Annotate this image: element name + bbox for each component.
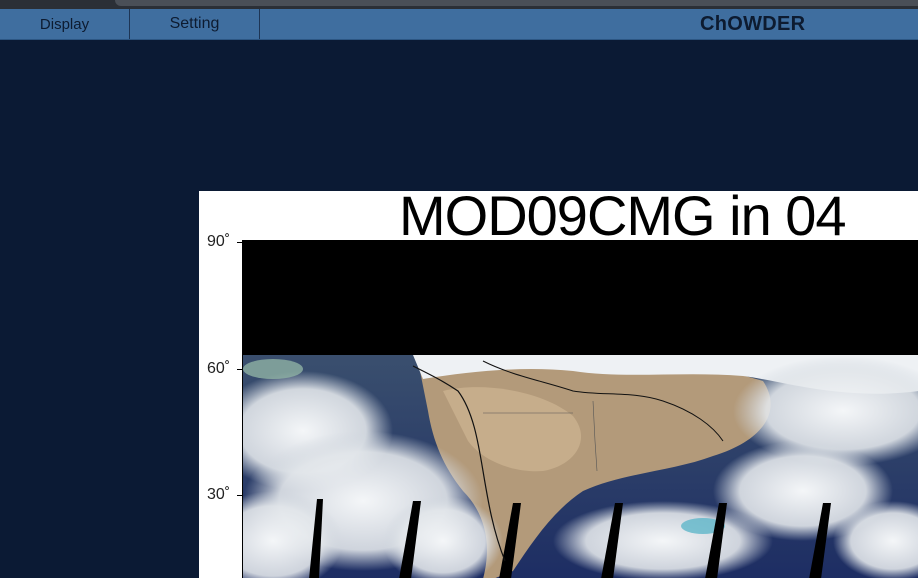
lat-label-60: 60˚	[207, 360, 231, 377]
content-window[interactable]: MOD09CMG in 04 90˚ 60˚ 30˚	[199, 191, 918, 578]
browser-tab-edge	[115, 0, 918, 6]
satellite-map-image	[203, 240, 918, 578]
satellite-map-svg	[203, 241, 918, 578]
display-menu-button[interactable]: Display	[0, 9, 130, 39]
window-top-strip	[0, 0, 918, 9]
lat-label-90: 90˚	[207, 233, 231, 250]
display-workspace[interactable]: MOD09CMG in 04 90˚ 60˚ 30˚	[0, 40, 918, 578]
display-menu-label: Display	[39, 15, 90, 33]
app-title: ChOWDER	[700, 12, 806, 35]
setting-menu-label: Setting	[169, 15, 220, 32]
menu-bar: Display Setting ChOWDER	[0, 9, 918, 40]
setting-menu-button[interactable]: Setting	[130, 9, 260, 39]
lat-label-30: 30˚	[207, 486, 231, 503]
